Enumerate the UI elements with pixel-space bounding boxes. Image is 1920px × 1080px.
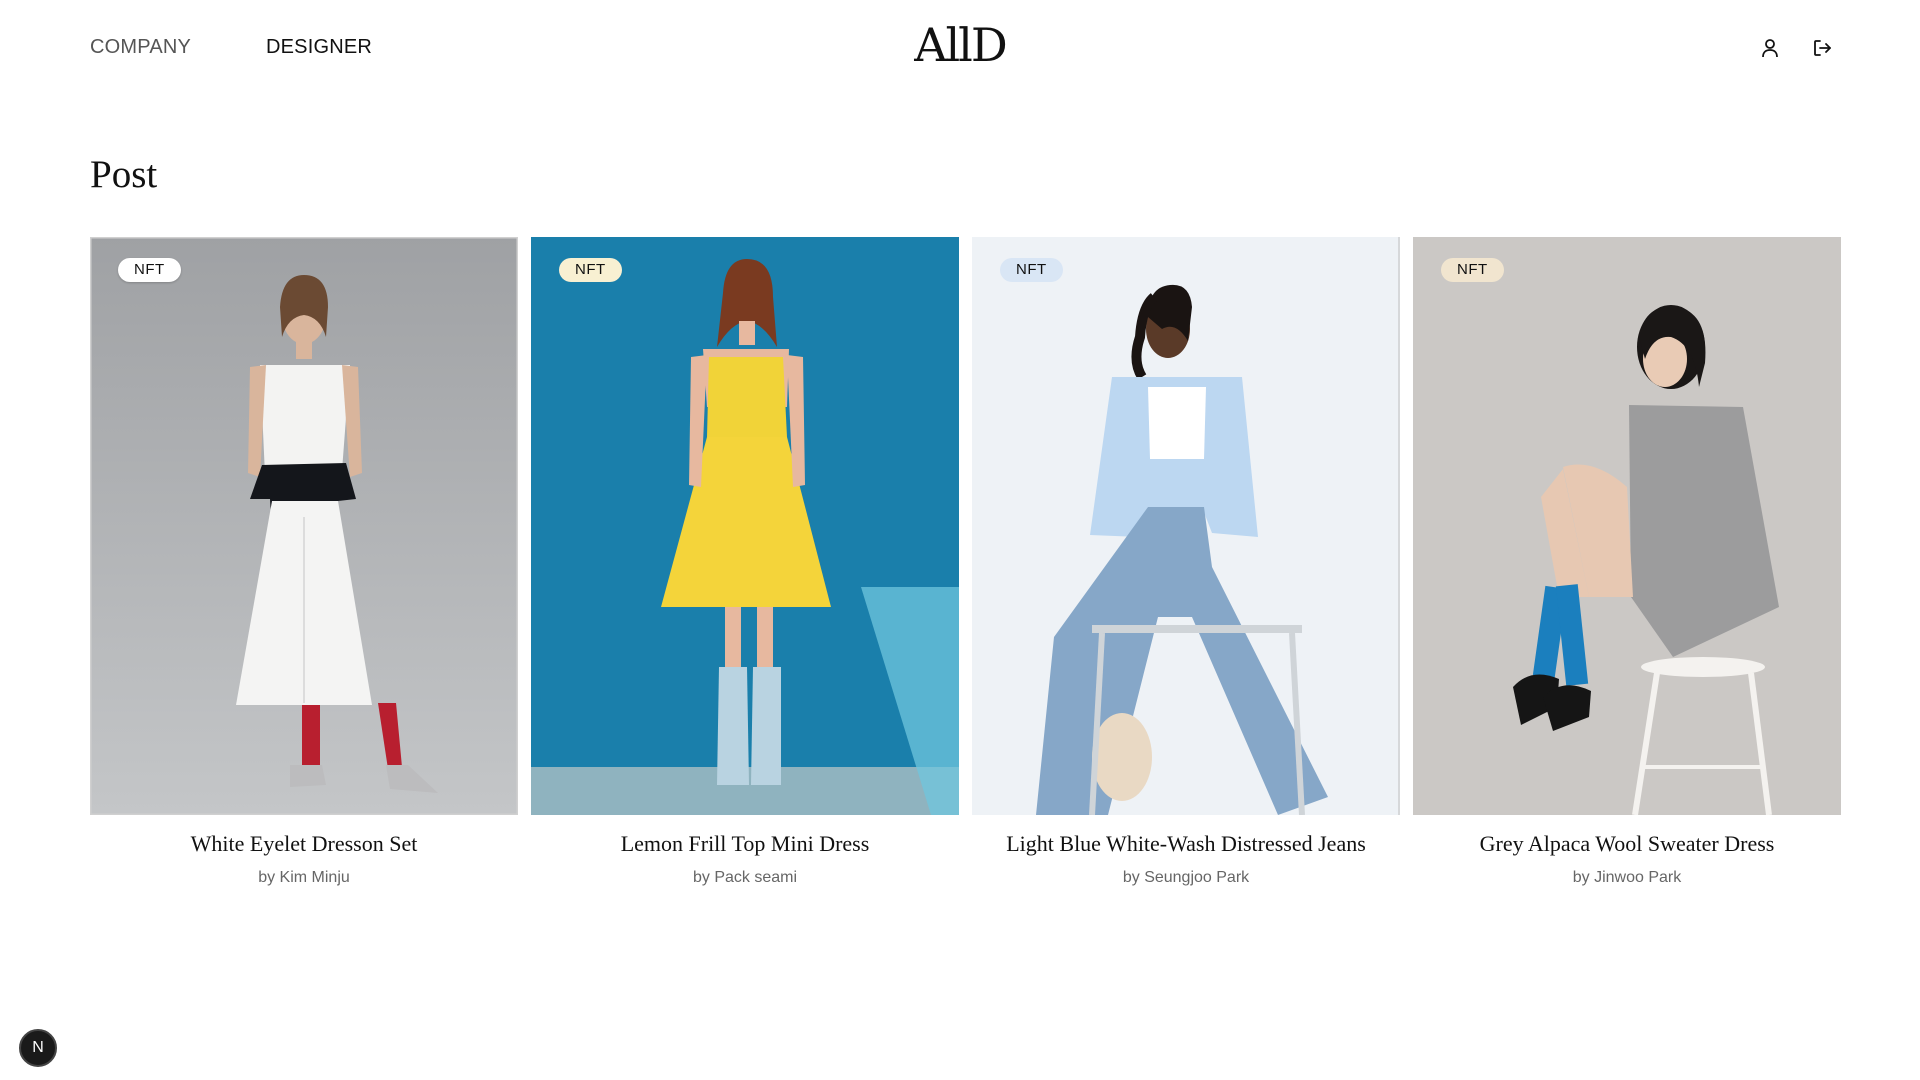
post-title[interactable]: Grey Alpaca Wool Sweater Dress [1413,831,1841,857]
post-title[interactable]: White Eyelet Dresson Set [90,831,518,857]
post-image: NFT [531,237,959,815]
nav-company[interactable]: COMPANY [90,36,191,59]
nft-badge: NFT [118,258,181,282]
logout-icon[interactable] [1808,34,1836,62]
post-image: NFT [90,237,518,815]
dev-tools-button[interactable]: N [19,1029,57,1067]
post-card[interactable]: NFT Lemon Frill Top Mini Dress by Pack s… [531,237,959,897]
post-image: NFT [972,237,1400,815]
page-title: Post [90,153,158,196]
user-icon[interactable] [1756,34,1784,62]
post-grid: NFT White Eyelet Dresson Set by Kim Minj… [90,237,1841,897]
post-card[interactable]: NFT Light Blue White-Wash Distressed Jea… [972,237,1400,897]
post-card[interactable]: NFT White Eyelet Dresson Set by Kim Minj… [90,237,518,897]
post-author: by Pack seami [692,869,798,886]
logo[interactable]: AllD [914,18,1008,72]
post-title[interactable]: Light Blue White-Wash Distressed Jeans [972,831,1400,857]
post-author: by Kim Minju [258,869,350,886]
post-author: by Seungjoo Park [1122,869,1250,886]
header: COMPANY DESIGNER AllD [0,0,1920,96]
nft-badge: NFT [559,258,622,282]
nft-badge: NFT [1000,258,1063,282]
dev-tools-label: N [32,1039,44,1056]
nft-badge: NFT [1441,258,1504,282]
post-image: NFT [1413,237,1841,815]
post-title[interactable]: Lemon Frill Top Mini Dress [531,831,959,857]
post-author: by Jinwoo Park [1572,869,1682,886]
nav-designer[interactable]: DESIGNER [266,36,372,59]
post-card[interactable]: NFT Grey Alpaca Wool Sweater Dress by Ji… [1413,237,1841,897]
